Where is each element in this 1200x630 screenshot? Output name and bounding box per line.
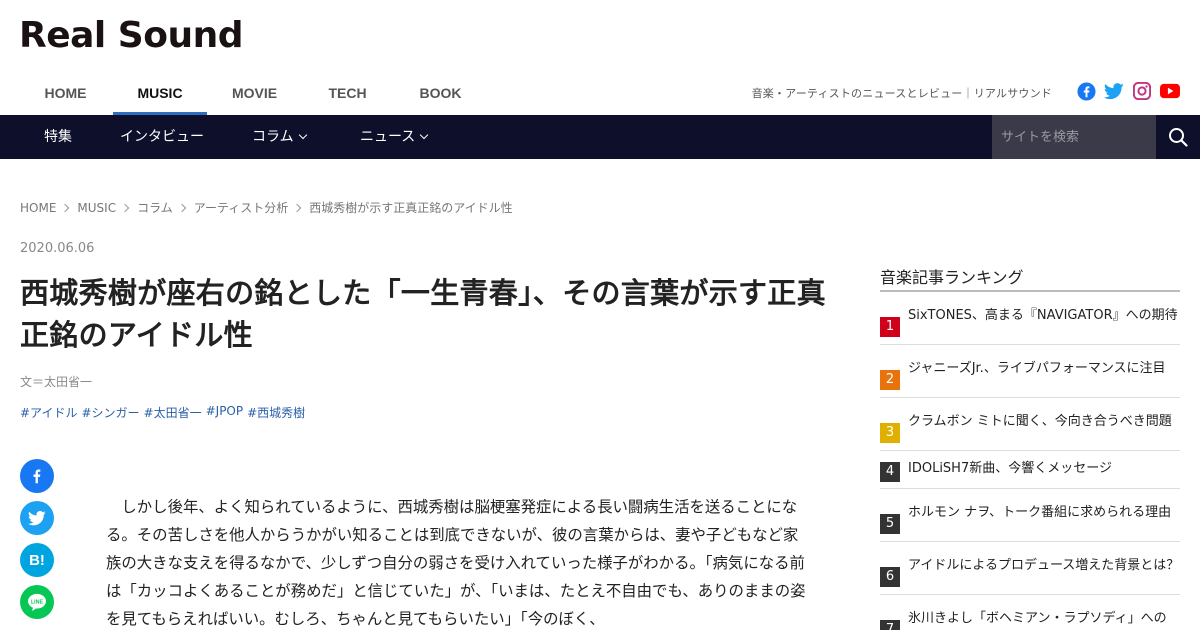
subnav-column[interactable]: コラム bbox=[252, 115, 307, 159]
tag-link[interactable]: #シンガー bbox=[81, 404, 139, 421]
share-buttons: B! LINE bbox=[20, 459, 54, 619]
svg-text:LINE: LINE bbox=[31, 600, 44, 606]
category-nav: 特集 インタビュー コラム ニュース bbox=[0, 115, 1200, 159]
ranking-item-title[interactable]: アイドルによるプロデュース増えた背景とは？ bbox=[908, 557, 1180, 575]
ranking-item-title[interactable]: ジャニーズJr.、ライブパフォーマンスに注目 bbox=[908, 360, 1180, 378]
rank-number: 3 bbox=[880, 423, 900, 443]
article-author: 文＝太田省一 bbox=[20, 375, 93, 389]
ranking-item-title[interactable]: SixTONES、高まる『NAVIGATOR』への期待 bbox=[908, 307, 1180, 325]
tag-link[interactable]: #西城秀樹 bbox=[247, 404, 305, 421]
top-nav-book[interactable]: BOOK bbox=[395, 72, 486, 115]
article-body: しかし後年、よく知られているように、西城秀樹は脳梗塞発症による長い闘病生活を送る… bbox=[106, 493, 806, 630]
article-date: 2020.06.06 bbox=[20, 241, 95, 256]
ranking-list: 1 SixTONES、高まる『NAVIGATOR』への期待 2 ジャニーズJr.… bbox=[880, 292, 1180, 630]
ranking-item[interactable]: 6 アイドルによるプロデュース増えた背景とは？ bbox=[880, 542, 1180, 595]
breadcrumb-music[interactable]: MUSIC bbox=[77, 201, 116, 215]
search-button[interactable] bbox=[1156, 115, 1200, 159]
ranking-item[interactable]: 7 氷川きよし「ボヘミアン・ラプソディ」への bbox=[880, 595, 1180, 630]
search-input[interactable] bbox=[992, 115, 1156, 159]
breadcrumb-column[interactable]: コラム bbox=[137, 199, 173, 216]
tag-link[interactable]: #JPOP bbox=[206, 404, 244, 421]
article-title: 西城秀樹が座右の銘とした「一生青春」、その言葉が示す正真正銘のアイドル性 bbox=[20, 276, 826, 352]
instagram-icon[interactable] bbox=[1132, 81, 1152, 101]
top-nav-tech[interactable]: TECH bbox=[302, 72, 393, 115]
site-logo[interactable]: Real Sound bbox=[19, 14, 244, 58]
rank-number: 4 bbox=[880, 462, 900, 482]
ranking-item-title[interactable]: ホルモン ナヲ、トーク番組に求められる理由 bbox=[908, 504, 1180, 522]
share-hatena-button[interactable]: B! bbox=[20, 543, 54, 577]
ranking-item[interactable]: 3 クラムボン ミトに聞く、今向き合うべき問題 bbox=[880, 398, 1180, 451]
twitter-icon bbox=[28, 510, 46, 525]
subnav-feature-label: 特集 bbox=[44, 129, 72, 145]
subnav-news[interactable]: ニュース bbox=[360, 115, 429, 159]
chevron-right-icon bbox=[177, 203, 186, 212]
chevron-right-icon bbox=[293, 203, 302, 212]
share-twitter-button[interactable] bbox=[20, 501, 54, 535]
breadcrumb-home[interactable]: HOME bbox=[20, 201, 56, 215]
top-nav-music[interactable]: MUSIC bbox=[113, 72, 207, 115]
rank-number: 1 bbox=[880, 317, 900, 337]
facebook-icon bbox=[33, 469, 41, 484]
ranking-item[interactable]: 1 SixTONES、高まる『NAVIGATOR』への期待 bbox=[880, 292, 1180, 345]
site-tagline: 音楽・アーティストのニュースとレビュー｜リアルサウンド bbox=[751, 87, 1052, 100]
breadcrumb-current: 西城秀樹が示す正真正銘のアイドル性 bbox=[309, 201, 513, 215]
search-icon bbox=[1169, 128, 1188, 147]
chevron-right-icon bbox=[61, 203, 70, 212]
subnav-interview[interactable]: インタビュー bbox=[120, 115, 204, 159]
article-paragraph: しかし後年、よく知られているように、西城秀樹は脳梗塞発症による長い闘病生活を送る… bbox=[106, 498, 806, 628]
youtube-icon[interactable] bbox=[1160, 81, 1180, 101]
subnav-news-label: ニュース bbox=[360, 129, 416, 145]
ranking-item[interactable]: 4 IDOLiSH7新曲、今響くメッセージ bbox=[880, 451, 1180, 489]
top-nav: HOME MUSIC MOVIE TECH BOOK bbox=[20, 72, 488, 115]
twitter-icon[interactable] bbox=[1104, 81, 1124, 101]
breadcrumb-artist-analysis[interactable]: アーティスト分析 bbox=[194, 199, 289, 216]
top-nav-movie[interactable]: MOVIE bbox=[209, 72, 300, 115]
chevron-down-icon bbox=[420, 130, 429, 140]
line-icon: LINE bbox=[28, 593, 46, 611]
subnav-feature[interactable]: 特集 bbox=[44, 115, 72, 159]
rank-number: 6 bbox=[880, 567, 900, 587]
share-line-button[interactable]: LINE bbox=[20, 585, 54, 619]
subnav-interview-label: インタビュー bbox=[120, 129, 204, 145]
ranking-item-title[interactable]: クラムボン ミトに聞く、今向き合うべき問題 bbox=[908, 413, 1180, 431]
rank-number: 2 bbox=[880, 370, 900, 390]
hatena-icon: B! bbox=[29, 551, 45, 569]
ranking-item[interactable]: 5 ホルモン ナヲ、トーク番組に求められる理由 bbox=[880, 489, 1180, 542]
social-links bbox=[1076, 81, 1180, 101]
article-tags: #アイドル #シンガー #太田省一 #JPOP #西城秀樹 bbox=[20, 404, 305, 421]
share-facebook-button[interactable] bbox=[20, 459, 54, 493]
chevron-down-icon bbox=[298, 130, 307, 140]
ranking-title: 音楽記事ランキング bbox=[880, 268, 1024, 287]
ranking-item[interactable]: 2 ジャニーズJr.、ライブパフォーマンスに注目 bbox=[880, 345, 1180, 398]
ranking-item-title[interactable]: IDOLiSH7新曲、今響くメッセージ bbox=[908, 460, 1180, 478]
ranking-item-title[interactable]: 氷川きよし「ボヘミアン・ラプソディ」への bbox=[908, 610, 1180, 628]
facebook-icon[interactable] bbox=[1076, 81, 1096, 101]
rank-number: 7 bbox=[880, 620, 900, 630]
breadcrumb: HOME MUSIC コラム アーティスト分析 西城秀樹が示す正真正銘のアイドル… bbox=[20, 199, 513, 216]
search-box bbox=[992, 115, 1156, 159]
tag-link[interactable]: #太田省一 bbox=[144, 404, 202, 421]
subnav-column-label: コラム bbox=[252, 129, 294, 145]
top-nav-home[interactable]: HOME bbox=[20, 72, 111, 115]
tag-link[interactable]: #アイドル bbox=[20, 404, 77, 421]
chevron-right-icon bbox=[120, 203, 130, 212]
rank-number: 5 bbox=[880, 514, 900, 534]
